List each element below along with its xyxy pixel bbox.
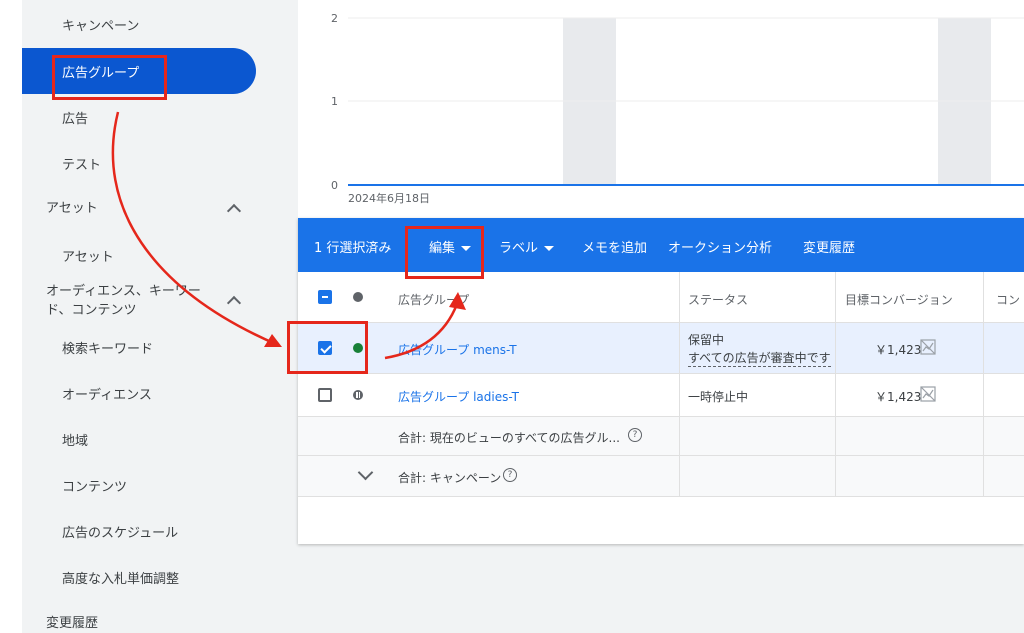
label-label: ラベル <box>499 241 539 256</box>
total-row-campaign: 合計: キャンペーン ? <box>298 456 1024 497</box>
status-dot-icon <box>353 292 363 302</box>
total-row-view: 合計: 現在のビューのすべての広告グル... ? <box>298 417 1024 456</box>
y-tick-label: 1 <box>331 95 338 108</box>
caret-up-icon[interactable] <box>226 203 242 219</box>
performance-chart: 2 1 0 2024年6月18日 <box>298 0 1024 218</box>
row-checkbox[interactable] <box>318 388 332 402</box>
sidebar-item-search-terms[interactable]: 検索キーワード <box>62 338 153 357</box>
add-memo-button[interactable]: メモを追加 <box>582 237 647 256</box>
change-history-button[interactable]: 変更履歴 <box>803 237 855 256</box>
sidebar-item-experiments[interactable]: テスト <box>62 154 101 173</box>
column-divider <box>679 272 680 496</box>
annotation-box-ad-groups <box>52 55 167 100</box>
annotation-box-edit <box>405 226 484 279</box>
sidebar-item-audiences[interactable]: オーディエンス <box>62 384 152 403</box>
ad-group-link[interactable]: 広告グループ ladies-T <box>398 388 519 405</box>
total-view-label: 合計: 現在のビューのすべての広告グル... <box>398 431 620 445</box>
y-tick-label: 0 <box>331 179 338 192</box>
sidebar-item-campaigns[interactable]: キャンペーン <box>62 15 139 34</box>
x-date-label: 2024年6月18日 <box>348 192 430 205</box>
sidebar-item-change-history[interactable]: 変更履歴 <box>46 614 98 633</box>
help-icon[interactable]: ? <box>628 428 642 442</box>
column-divider <box>983 272 984 496</box>
sidebar-item-content[interactable]: コンテンツ <box>62 476 127 495</box>
total-campaign-label: 合計: キャンペーン <box>398 471 502 485</box>
sidebar-item-locations[interactable]: 地域 <box>62 430 88 449</box>
auction-insights-button[interactable]: オークション分析 <box>668 237 772 256</box>
selected-count: 1 行選択済み <box>314 241 392 256</box>
header-status[interactable]: ステータス <box>688 291 748 308</box>
sidebar-rail <box>0 0 22 633</box>
sidebar-section-audience-keywords[interactable]: オーディエンス、キーワー ド、コンテンツ <box>46 282 201 320</box>
y-tick-label: 2 <box>331 12 338 25</box>
help-icon[interactable]: ? <box>503 468 517 482</box>
chart-canvas: 2 1 0 <box>331 12 1024 192</box>
chevron-down-icon[interactable] <box>357 464 374 481</box>
select-all-checkbox[interactable] <box>318 290 332 304</box>
pause-bar <box>356 392 358 398</box>
target-conversion-value: ￥1,423 <box>875 390 922 404</box>
chart-off-icon[interactable] <box>920 386 936 402</box>
header-next-column[interactable]: コン <box>996 291 1020 308</box>
annotation-box-checkbox <box>287 321 368 374</box>
status-line1: 保留中 <box>688 333 725 347</box>
section-label-line2: ド、コンテンツ <box>46 303 137 318</box>
sidebar-section-assets[interactable]: アセット <box>46 199 98 218</box>
sidebar-item-assets[interactable]: アセット <box>62 246 114 265</box>
section-label-line1: オーディエンス、キーワー <box>46 284 201 299</box>
column-divider <box>835 272 836 496</box>
table-header-row: 広告グループ ステータス 目標コンバージョン コン <box>298 272 1024 323</box>
ad-group-link[interactable]: 広告グループ mens-T <box>398 341 517 358</box>
caret-up-icon[interactable] <box>226 295 242 311</box>
header-ad-group[interactable]: 広告グループ <box>398 291 469 308</box>
sidebar-item-bid-adjustments[interactable]: 高度な入札単価調整 <box>62 568 179 587</box>
sidebar-item-ads[interactable]: 広告 <box>62 108 88 127</box>
target-conversion-value: ￥1,423 <box>875 343 922 357</box>
dropdown-arrow-icon <box>544 246 555 251</box>
table-row: 広告グループ ladies-T 一時停止中 ￥1,423 <box>298 374 1024 417</box>
status-line2[interactable]: すべての広告が審査中です <box>688 349 831 367</box>
pause-bar <box>358 392 360 398</box>
sidebar-item-ad-schedule[interactable]: 広告のスケジュール <box>62 522 178 541</box>
chart-off-icon[interactable] <box>920 339 936 355</box>
label-button[interactable]: ラベル <box>499 237 555 256</box>
table-row: 広告グループ mens-T 保留中 すべての広告が審査中です ￥1,423 <box>298 323 1024 374</box>
header-target-conversion[interactable]: 目標コンバージョン <box>845 291 953 308</box>
paused-status-icon <box>353 390 363 400</box>
status-line1: 一時停止中 <box>688 390 749 404</box>
